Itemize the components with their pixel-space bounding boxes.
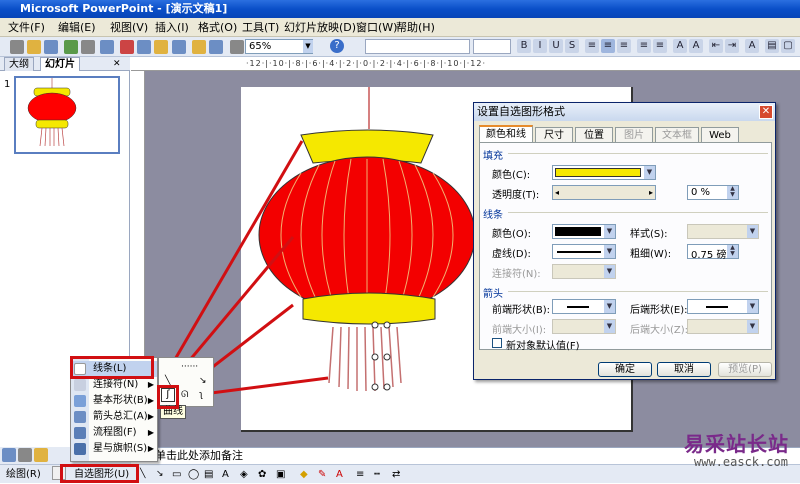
fill-color-icon[interactable]: ◆ — [300, 465, 308, 484]
clipart-tool-icon[interactable]: ✿ — [258, 465, 266, 484]
tab-position[interactable]: 位置 — [575, 127, 613, 143]
sorter-view-icon[interactable] — [18, 448, 32, 462]
dash-select[interactable]: ▼ — [552, 244, 616, 259]
line-tool-icon[interactable]: ╲ — [140, 465, 145, 484]
menu-item-stars-banners[interactable]: 星与旗帜(S) ▶ — [71, 441, 157, 457]
stars-banners-icon — [74, 443, 86, 455]
line-color-icon[interactable]: ✎ — [318, 465, 326, 484]
textbox-tool-icon[interactable]: ▤ — [204, 465, 213, 484]
begin-style-select[interactable]: ▼ — [552, 299, 616, 314]
draw-menu-button[interactable]: 绘图(R) — [6, 465, 41, 484]
fill-section-title: 填充 — [483, 151, 503, 162]
highlight-autoshapes-button — [60, 464, 139, 483]
line-weight-input[interactable]: 0.75 磅 ▲ ▼ — [687, 244, 739, 261]
fill-color-select[interactable]: ▼ — [552, 165, 656, 180]
arrow-style-icon[interactable]: ⇄ — [392, 465, 400, 484]
line-style-icon[interactable]: ≡ — [356, 465, 364, 484]
scribble-shape-icon[interactable]: ʅ — [199, 390, 203, 400]
end-style-select[interactable]: ▼ — [687, 299, 759, 314]
begin-style-label: 前端形状(B): — [492, 305, 551, 316]
connector-label: 连接符(N): — [492, 269, 541, 280]
connector-select: ▼ — [552, 264, 616, 279]
dash-style-icon[interactable]: ┅ — [374, 465, 380, 484]
menu-item-block-arrows[interactable]: 箭头总汇(A) ▶ — [71, 409, 157, 425]
slideshow-view-icon[interactable] — [34, 448, 48, 462]
tab-textbox: 文本框 — [655, 127, 699, 143]
tab-web[interactable]: Web — [701, 127, 739, 143]
block-arrows-icon — [74, 411, 86, 423]
fill-color-label: 颜色(C): — [492, 170, 531, 181]
watermark-url: www.easck.com — [694, 455, 788, 469]
format-autoshape-dialog: 设置自选图形格式 ✕ 颜色和线条 尺寸 位置 图片 文本框 Web 填充 颜色(… — [473, 102, 776, 380]
watermark-logo: 易采站长站 — [684, 432, 789, 456]
ok-button[interactable]: 确定 — [598, 362, 652, 377]
chevron-down-icon: ▼ — [604, 225, 615, 238]
arrow-tool-icon[interactable]: ↘ — [156, 465, 164, 484]
flowchart-icon — [74, 427, 86, 439]
begin-size-label: 前端大小(I): — [492, 325, 547, 336]
chevron-down-icon: ▼ — [604, 300, 615, 313]
double-arrow-shape-icon[interactable]: ↘ — [199, 376, 207, 386]
connectors-icon — [74, 379, 86, 391]
tab-picture: 图片 — [615, 127, 653, 143]
line-style-label: 样式(S): — [630, 229, 668, 240]
menu-item-connectors[interactable]: 连接符(N) ▶ — [71, 377, 157, 393]
picture-tool-icon[interactable]: ▣ — [276, 465, 285, 484]
transparency-input[interactable]: 0 % ▲ ▼ — [687, 185, 739, 200]
end-size-select: ▼ — [687, 319, 759, 334]
freeform-shape-icon[interactable]: ᘏ — [181, 390, 188, 400]
cancel-button[interactable]: 取消 — [657, 362, 711, 377]
dialog-tab-page: 填充 颜色(C): ▼ 透明度(T): ◂ ▸ 0 % ▲ ▼ 线条 颜色(O):… — [479, 142, 772, 352]
normal-view-icon[interactable] — [2, 448, 16, 462]
line-style-select: ▼ — [687, 224, 759, 239]
tab-size[interactable]: 尺寸 — [535, 127, 573, 143]
transparency-label: 透明度(T): — [492, 190, 540, 201]
menu-item-flowchart[interactable]: 流程图(F) ▶ — [71, 425, 157, 441]
line-color-select[interactable]: ▼ — [552, 224, 616, 239]
chevron-down-icon: ▼ — [604, 245, 615, 258]
chevron-down-icon: ▼ — [747, 300, 758, 313]
tab-colors-lines[interactable]: 颜色和线条 — [479, 125, 533, 155]
line-weight-label: 粗细(W): — [630, 249, 672, 260]
oval-tool-icon[interactable]: ◯ — [188, 465, 199, 484]
dialog-title: 设置自选图形格式 — [474, 103, 775, 121]
highlight-curve-icon — [157, 385, 179, 409]
font-color-draw-icon[interactable]: A — [336, 465, 343, 484]
highlight-lines-item — [70, 356, 154, 379]
end-size-label: 后端大小(Z): — [630, 325, 689, 336]
default-checkbox[interactable] — [492, 338, 502, 348]
end-style-label: 后端形状(E): — [630, 305, 688, 316]
rectangle-tool-icon[interactable]: ▭ — [172, 465, 181, 484]
line-color-label: 颜色(O): — [492, 229, 532, 240]
fill-color-swatch — [555, 168, 641, 177]
transparency-slider[interactable]: ◂ ▸ — [552, 185, 656, 200]
begin-size-select: ▼ — [552, 319, 616, 334]
basic-shapes-icon — [74, 395, 86, 407]
line-shape-icon[interactable]: ······ — [181, 362, 198, 372]
default-checkbox-label: 新对象默认值(F) — [506, 341, 580, 352]
line-section-title: 线条 — [483, 210, 503, 221]
wordart-tool-icon[interactable]: A — [222, 465, 229, 484]
preview-button: 预览(P) — [718, 362, 772, 377]
menu-item-basic-shapes[interactable]: 基本形状(B) ▶ — [71, 393, 157, 409]
dash-label: 虚线(D): — [492, 249, 531, 260]
chevron-down-icon: ▼ — [644, 166, 655, 179]
diagram-tool-icon[interactable]: ◈ — [240, 465, 248, 484]
arrows-section-title: 箭头 — [483, 289, 503, 300]
close-icon[interactable]: ✕ — [759, 105, 773, 119]
